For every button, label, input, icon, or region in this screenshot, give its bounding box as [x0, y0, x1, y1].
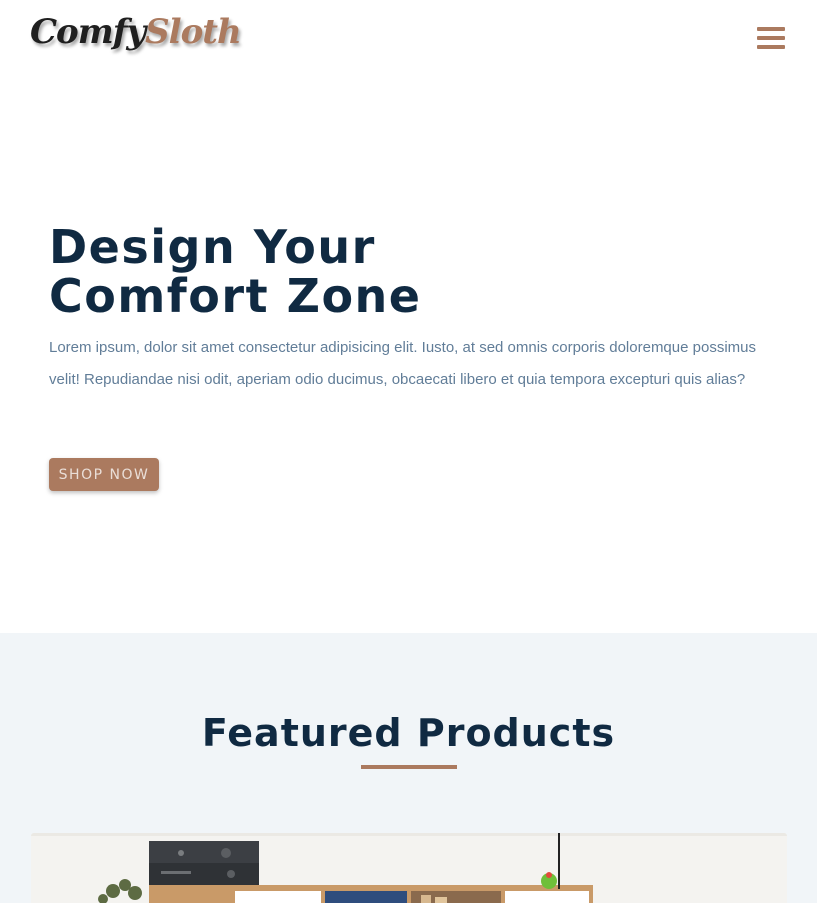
hero-description: Lorem ipsum, dolor sit amet consectetur … — [49, 339, 756, 388]
title-underline — [361, 765, 457, 769]
hamburger-menu-icon[interactable] — [755, 24, 787, 52]
menu-bar — [757, 36, 785, 40]
stereo — [149, 841, 259, 885]
hero-section: Design Your Comfort Zone Lorem ipsum, do… — [0, 80, 817, 633]
logo-text-part1: Comfy — [30, 12, 146, 52]
hero-title: Design Your Comfort Zone — [49, 223, 569, 321]
logo-text-part2: Sloth — [145, 12, 242, 52]
hero-title-line2: Comfort Zone — [49, 269, 422, 323]
section-title: Featured Products — [201, 711, 616, 755]
hero-title-line1: Design Your — [49, 220, 376, 274]
shop-now-button[interactable]: SHOP NOW — [49, 458, 159, 491]
furniture-shelf-image — [31, 833, 787, 903]
shelf — [149, 885, 593, 903]
featured-products-section: Featured Products — [0, 633, 817, 903]
navbar: Comfy Sloth — [0, 0, 817, 80]
menu-bar — [757, 45, 785, 49]
product-card[interactable] — [31, 833, 787, 903]
brand-logo[interactable]: Comfy Sloth — [30, 12, 242, 62]
menu-bar — [757, 27, 785, 31]
